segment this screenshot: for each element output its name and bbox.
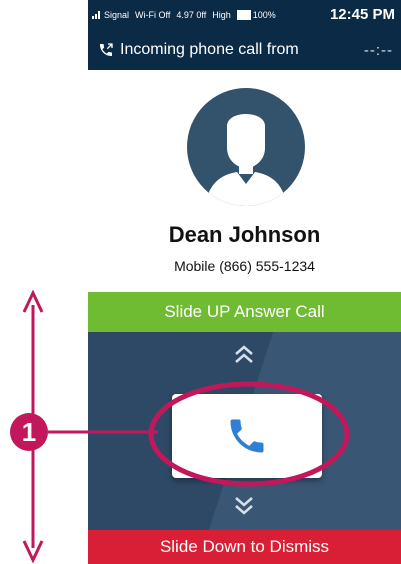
chevron-down-icon [235, 497, 253, 515]
caller-avatar [187, 88, 305, 206]
status-bar: Signal Wi-Fi Off 4.97 0ff High 100% 12:4… [88, 0, 401, 30]
phone-icon [230, 419, 264, 453]
status-time: 12:45 PM [329, 6, 395, 23]
signal-indicator: Signal [92, 10, 129, 20]
answer-call-bar[interactable]: Slide UP Answer Call [88, 292, 401, 332]
wifi-label: Wi-Fi Off [135, 10, 171, 20]
signal-bars-icon [92, 11, 100, 19]
phone-screen: Signal Wi-Fi Off 4.97 0ff High 100% 12:4… [88, 0, 401, 564]
caller-number: Mobile (866) 555-1234 [174, 258, 315, 274]
caller-name: Dean Johnson [168, 222, 321, 247]
dismiss-call-bar[interactable]: Slide Down to Dismiss [88, 530, 401, 564]
call-timer: --:-- [363, 42, 393, 59]
signal-label: Signal [104, 10, 130, 20]
call-header: Incoming phone call from --:-- [88, 30, 401, 70]
callout-badge: 1 [10, 413, 48, 451]
battery-label: 100% [252, 10, 276, 20]
call-slider-handle[interactable] [172, 394, 322, 478]
header-title: Incoming phone call from [120, 41, 299, 58]
network-label: 4.97 0ff [176, 10, 207, 20]
phone-incoming-icon [100, 43, 113, 56]
battery-icon [236, 10, 251, 20]
battery-indicator: 100% [236, 10, 276, 20]
person-silhouette-icon [205, 114, 287, 206]
chevron-up-icon [235, 345, 253, 363]
strength-label: High [212, 10, 231, 20]
